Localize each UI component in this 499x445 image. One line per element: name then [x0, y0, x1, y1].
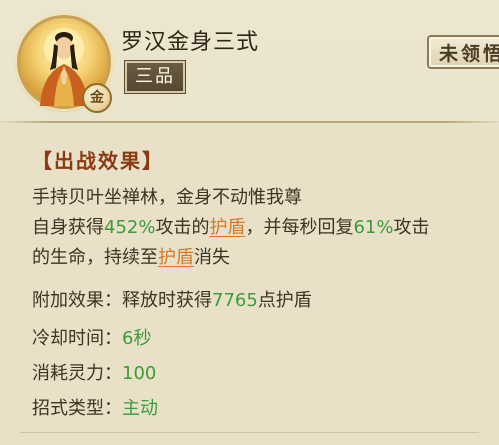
- cooldown-value: 6秒: [122, 328, 152, 349]
- extra-effect-row: 附加效果：释放时获得7765点护盾: [32, 290, 312, 311]
- skill-title: 罗汉金身三式: [121, 30, 260, 55]
- cooldown-label: 冷却时间：: [32, 328, 122, 349]
- skill-detail-panel: 金 罗汉金身三式 三品 未领悟 【出战效果】 手持贝叶坐禅林，金身不动惟我尊 自…: [0, 0, 499, 445]
- rank-tag: 三品: [125, 61, 185, 93]
- unclaimed-status-button[interactable]: 未领悟: [427, 35, 499, 69]
- battle-effect-title: 【出战效果】: [32, 149, 164, 173]
- shield-percent: 452%: [104, 217, 156, 238]
- shield-link-2[interactable]: 护盾: [158, 247, 194, 268]
- cost-row: 消耗灵力：100: [32, 359, 156, 385]
- extra-shield-value: 7765: [212, 290, 258, 311]
- cooldown-row: 冷却时间：6秒: [32, 324, 151, 350]
- flavor-text: 手持贝叶坐禅林，金身不动惟我尊: [32, 187, 302, 208]
- grade-badge: 金: [82, 83, 112, 113]
- heal-percent: 61%: [353, 217, 394, 238]
- skill-type-row: 招式类型：主动: [32, 394, 158, 420]
- cost-label: 消耗灵力：: [32, 363, 122, 384]
- cost-value: 100: [122, 363, 157, 384]
- effect-line-3: 的生命，持续至护盾消失: [32, 247, 230, 268]
- extra-effect-label: 附加效果：: [32, 290, 122, 311]
- effect-line-2: 自身获得452%攻击的护盾，并每秒回复61%攻击: [32, 217, 430, 238]
- header-divider: [0, 121, 499, 123]
- skill-type-label: 招式类型：: [32, 398, 122, 419]
- skill-type-value: 主动: [122, 398, 158, 419]
- skill-header: 金 罗汉金身三式 三品 未领悟: [0, 0, 499, 122]
- bottom-divider: [20, 432, 479, 433]
- shield-link[interactable]: 护盾: [209, 217, 245, 238]
